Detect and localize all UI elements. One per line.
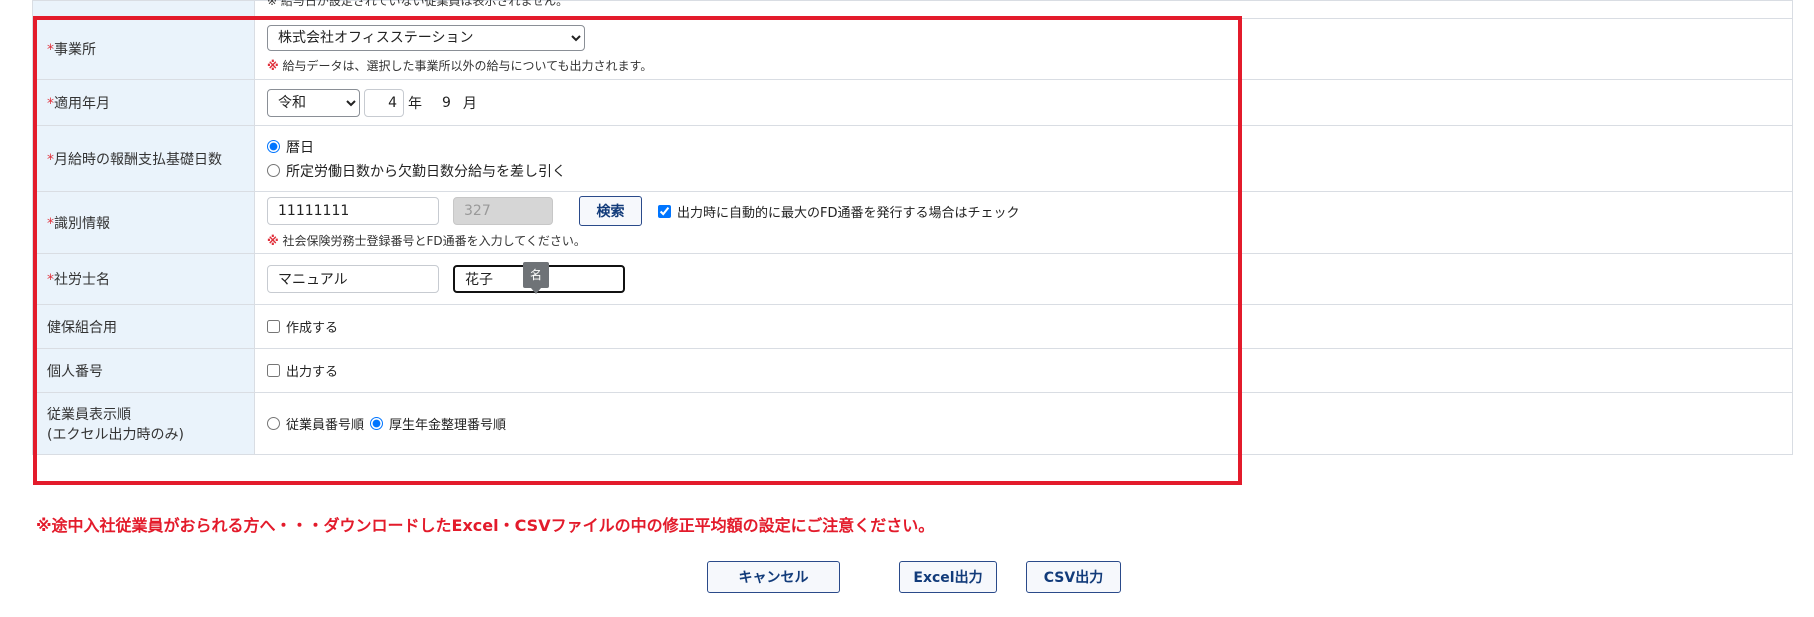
order-pension-number-label: 厚生年金整理番号順 (389, 418, 507, 433)
order-employee-number-radio[interactable] (267, 417, 280, 430)
year-unit: 年 (408, 95, 422, 112)
order-pension-number-radio[interactable] (370, 417, 384, 430)
period-label: *適用年月 (32, 79, 255, 126)
period-row: *適用年月 令和 年 9 月 (32, 79, 1793, 126)
basis-deduct-label: 所定労働日数から欠勤日数分給与を差し引く (286, 163, 566, 180)
display-order-label-line2: (エクセル出力時のみ) (47, 426, 184, 443)
personal-number-label: 個人番号 (32, 348, 255, 393)
basis-days-value-cell: 暦日 所定労働日数から欠勤日数分給与を差し引く (254, 125, 1793, 192)
auto-fd-checkbox[interactable] (658, 204, 671, 218)
office-label: *事業所 (32, 18, 255, 80)
era-select[interactable]: 令和 (267, 88, 360, 117)
top-note-cell: ※ 給与日が設定されていない従業員は表示されません。 (254, 0, 1793, 19)
identification-note-text: 社会保険労務士登録番号とFD通番を入力してください。 (282, 234, 586, 248)
identification-note: ※ 社会保険労務士登録番号とFD通番を入力してください。 (267, 232, 1792, 249)
office-row: *事業所 株式会社オフィスステーション ※ 給与データは、選択した事業所以外の給… (32, 18, 1793, 80)
health-union-row: 健保組合用 作成する (32, 304, 1793, 349)
required-mark: * (47, 42, 54, 58)
basis-days-label-text: 月給時の報酬支払基礎日数 (54, 151, 222, 168)
registration-number-input[interactable] (267, 197, 439, 225)
mid-hire-warning: ※途中入社従業員がおられる方へ・・・ダウンロードしたExcel・CSVファイルの… (36, 516, 935, 535)
order-employee-number-option[interactable]: 従業員番号順 (267, 414, 364, 433)
basis-days-row: *月給時の報酬支払基礎日数 暦日 所定労働日数から欠勤日数分給与を差し引く (32, 125, 1793, 192)
consultant-last-name-input[interactable] (267, 265, 439, 293)
office-note: ※ 給与データは、選択した事業所以外の給与についても出力されます。 (267, 57, 1792, 74)
search-button[interactable]: 検索 (579, 196, 642, 226)
display-order-row: 従業員表示順 (エクセル出力時のみ) 従業員番号順 厚生年金整理番号順 (32, 392, 1793, 455)
display-order-label: 従業員表示順 (エクセル出力時のみ) (32, 392, 255, 455)
basis-calendar-radio[interactable] (267, 140, 280, 153)
period-label-text: 適用年月 (54, 95, 110, 112)
fd-number-input (453, 197, 553, 225)
office-label-text: 事業所 (54, 42, 96, 58)
display-order-label-line1: 従業員表示順 (47, 406, 131, 423)
required-mark: * (47, 272, 54, 288)
basis-deduct-option[interactable]: 所定労働日数から欠勤日数分給与を差し引く (267, 159, 1792, 183)
health-union-option[interactable]: 作成する (267, 317, 1792, 336)
csv-export-button[interactable]: CSV出力 (1026, 561, 1121, 593)
auto-fd-label: 出力時に自動的に最大のFD通番を発行する場合はチェック (677, 205, 1020, 221)
health-union-checkbox[interactable] (267, 320, 280, 333)
basis-deduct-radio[interactable] (267, 164, 280, 177)
auto-fd-option[interactable]: 出力時に自動的に最大のFD通番を発行する場合はチェック (658, 202, 1020, 221)
note-mark: ※ (267, 234, 279, 248)
identification-row: *識別情報 検索 出力時に自動的に最大のFD通番を発行する場合はチェック ※ 社… (32, 191, 1793, 254)
month-unit: 月 (462, 95, 477, 112)
identification-value-cell: 検索 出力時に自動的に最大のFD通番を発行する場合はチェック ※ 社会保険労務士… (254, 191, 1793, 254)
health-union-value-cell: 作成する (254, 304, 1793, 349)
identification-label: *識別情報 (32, 191, 255, 254)
office-note-text: 給与データは、選択した事業所以外の給与についても出力されます。 (282, 58, 653, 73)
basis-calendar-label: 暦日 (286, 139, 314, 156)
top-note: ※ 給与日が設定されていない従業員は表示されません。 (267, 0, 569, 8)
note-mark: ※ (267, 58, 279, 73)
personal-number-row: 個人番号 出力する (32, 348, 1793, 393)
input-tooltip: 名 (523, 262, 549, 294)
order-pension-number-option[interactable]: 厚生年金整理番号順 (370, 414, 506, 433)
cancel-button[interactable]: キャンセル (707, 561, 840, 593)
display-order-value-cell: 従業員番号順 厚生年金整理番号順 (254, 392, 1793, 455)
consultant-name-label-text: 社労士名 (54, 272, 110, 288)
excel-export-button[interactable]: Excel出力 (899, 561, 997, 593)
personal-number-value-cell: 出力する (254, 348, 1793, 393)
health-union-label: 健保組合用 (32, 304, 255, 349)
personal-number-checkbox[interactable] (267, 364, 280, 377)
office-value-cell: 株式会社オフィスステーション ※ 給与データは、選択した事業所以外の給与について… (254, 18, 1793, 80)
identification-label-text: 識別情報 (54, 215, 110, 232)
consultant-name-row: *社労士名 (32, 253, 1793, 305)
order-employee-number-label: 従業員番号順 (286, 418, 365, 433)
health-union-checkbox-label: 作成する (286, 321, 339, 336)
consultant-name-label: *社労士名 (32, 253, 255, 305)
personal-number-checkbox-label: 出力する (286, 365, 339, 380)
basis-days-label: *月給時の報酬支払基礎日数 (32, 125, 255, 192)
top-note-row: ※ 給与日が設定されていない従業員は表示されません。 (32, 0, 1793, 19)
office-select[interactable]: 株式会社オフィスステーション (267, 24, 585, 51)
year-input[interactable] (364, 88, 404, 117)
period-value-cell: 令和 年 9 月 (254, 79, 1793, 126)
month-value: 9 (442, 94, 451, 111)
settings-form-table: ※ 給与日が設定されていない従業員は表示されません。 *事業所 株式会社オフィス… (32, 0, 1793, 455)
required-mark: * (47, 215, 54, 232)
top-note-label-cell (32, 0, 255, 19)
basis-calendar-option[interactable]: 暦日 (267, 135, 1792, 159)
required-mark: * (47, 151, 54, 168)
required-mark: * (47, 95, 54, 112)
consultant-name-value-cell (254, 253, 1793, 305)
personal-number-option[interactable]: 出力する (267, 361, 1792, 380)
